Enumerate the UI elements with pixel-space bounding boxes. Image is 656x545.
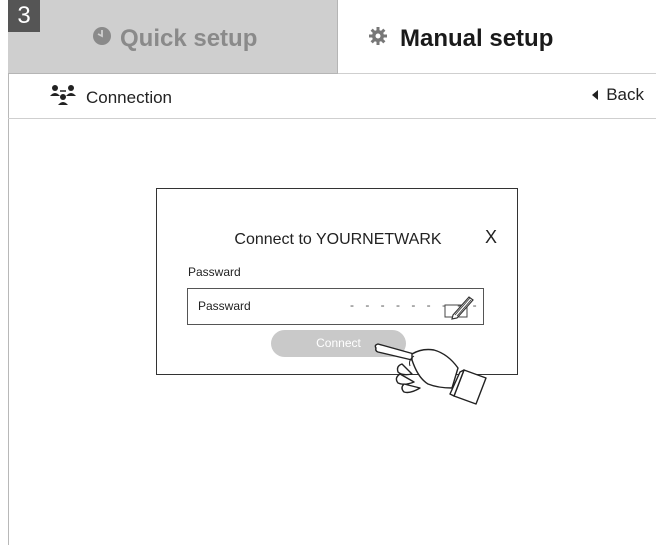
- step-number-badge: 3: [8, 0, 40, 32]
- tab-quick-setup-label: Quick setup: [120, 25, 258, 52]
- connection-heading: Connection: [48, 84, 172, 111]
- password-field[interactable]: Passward - - - - - - - - -: [187, 288, 484, 325]
- back-arrow-icon: [592, 90, 599, 100]
- setup-tab-bar: 3 Quick setup Manual setup: [8, 0, 656, 74]
- pointing-hand-icon: [372, 326, 492, 411]
- password-label: Passward: [188, 265, 241, 279]
- connection-title: Connection: [86, 87, 173, 107]
- gear-icon: [368, 25, 388, 53]
- dialog-title: Connect to YOURNETWARK: [234, 231, 442, 248]
- back-label: Back: [606, 85, 644, 104]
- tab-manual-setup[interactable]: Manual setup: [338, 0, 656, 74]
- close-button[interactable]: X: [485, 227, 497, 248]
- network-users-icon: [48, 84, 78, 111]
- back-button[interactable]: Back: [592, 85, 644, 105]
- clock-icon: [92, 25, 112, 53]
- password-placeholder: Passward: [198, 299, 251, 313]
- subheader: Connection Back: [8, 74, 656, 119]
- pencil-edit-icon[interactable]: [443, 293, 477, 326]
- tab-quick-setup[interactable]: 3 Quick setup: [8, 0, 338, 74]
- tab-manual-setup-label: Manual setup: [400, 25, 554, 52]
